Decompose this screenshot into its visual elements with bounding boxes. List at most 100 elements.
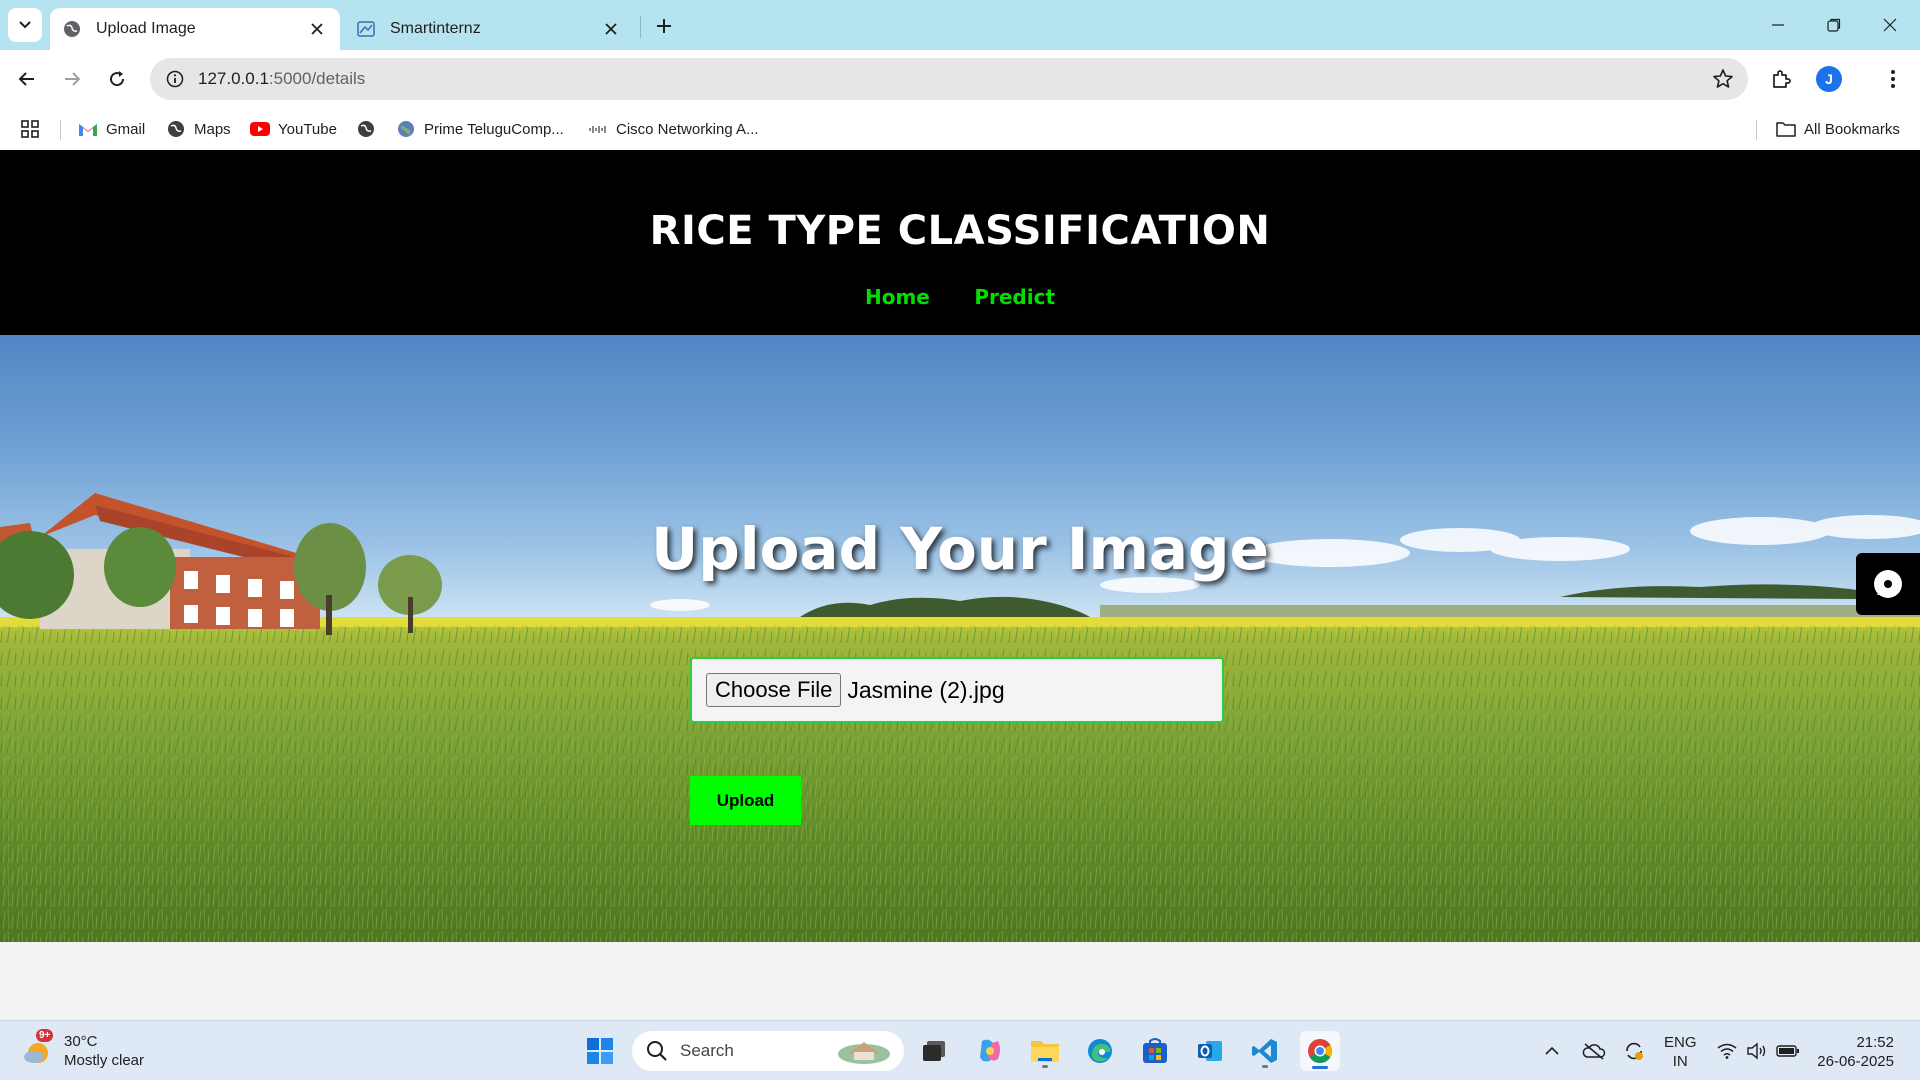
choose-file-button[interactable]: Choose File bbox=[706, 673, 842, 707]
bookmark-star-icon[interactable] bbox=[1712, 68, 1734, 90]
back-button[interactable] bbox=[10, 62, 44, 96]
close-icon[interactable] bbox=[600, 18, 622, 40]
bookmark-label: Maps bbox=[194, 120, 231, 138]
close-window-button[interactable] bbox=[1862, 0, 1918, 50]
vscode-button[interactable] bbox=[1245, 1031, 1285, 1071]
bookmark-label: Cisco Networking A... bbox=[616, 120, 759, 138]
tab-smartinternz[interactable]: Smartinternz bbox=[344, 8, 634, 50]
file-explorer-button[interactable] bbox=[1025, 1031, 1065, 1071]
wifi-tray-button[interactable] bbox=[1714, 1035, 1740, 1067]
outlook-icon bbox=[1198, 1041, 1222, 1061]
selected-file-name: Jasmine (2).jpg bbox=[847, 676, 1005, 703]
nav-home-link[interactable]: Home bbox=[865, 285, 930, 309]
help-widget-button[interactable] bbox=[1856, 553, 1920, 615]
weather-icon: 9+ bbox=[20, 1029, 56, 1069]
gmail-icon bbox=[78, 119, 98, 139]
bookmark-globe[interactable] bbox=[356, 117, 384, 141]
tab-search-button[interactable] bbox=[8, 8, 42, 42]
browser-toolbar: 127.0.0.1:5000/details J bbox=[0, 50, 1920, 108]
more-vertical-icon bbox=[1891, 70, 1895, 88]
nav-predict-link[interactable]: Predict bbox=[974, 285, 1055, 309]
store-icon bbox=[1143, 1038, 1167, 1063]
bookmark-gmail[interactable]: Gmail bbox=[78, 117, 145, 141]
site-nav: Home Predict bbox=[0, 285, 1920, 309]
minimize-button[interactable] bbox=[1750, 0, 1806, 50]
all-bookmarks-button[interactable]: All Bookmarks bbox=[1776, 117, 1900, 141]
close-icon[interactable] bbox=[306, 18, 328, 40]
bookmark-label: All Bookmarks bbox=[1804, 120, 1900, 138]
taskbar-search[interactable]: Search bbox=[632, 1031, 904, 1071]
copilot-icon bbox=[980, 1039, 1000, 1062]
show-hidden-icons-button[interactable] bbox=[1540, 1035, 1564, 1067]
search-placeholder: Search bbox=[680, 1041, 734, 1060]
forward-button[interactable] bbox=[55, 62, 89, 96]
bookmark-maps[interactable]: Maps bbox=[166, 117, 231, 141]
url-host: 127.0.0.1 bbox=[198, 69, 269, 88]
url-text: 127.0.0.1:5000/details bbox=[198, 69, 365, 89]
weather-condition: Mostly clear bbox=[64, 1052, 145, 1069]
globe-icon bbox=[166, 119, 186, 139]
file-input[interactable]: Choose File Jasmine (2).jpg bbox=[690, 657, 1224, 723]
search-icon bbox=[647, 1041, 667, 1061]
bookmark-prime-telugu[interactable]: Prime TeluguComp... bbox=[396, 117, 564, 141]
battery-tray-button[interactable] bbox=[1774, 1035, 1802, 1067]
extensions-button[interactable] bbox=[1764, 62, 1798, 96]
bookmarks-divider bbox=[60, 120, 61, 140]
chevron-up-icon bbox=[1545, 1046, 1559, 1055]
minimize-icon bbox=[1772, 24, 1784, 26]
tab-upload-image[interactable]: Upload Image bbox=[50, 8, 340, 50]
task-view-button[interactable] bbox=[914, 1031, 954, 1071]
notification-badge: 9+ bbox=[36, 1029, 54, 1042]
chat-help-icon bbox=[1874, 570, 1902, 598]
chrome-button[interactable] bbox=[1300, 1031, 1340, 1071]
reload-icon bbox=[110, 71, 125, 87]
outlook-button[interactable] bbox=[1190, 1031, 1230, 1071]
windows-logo-icon bbox=[587, 1038, 613, 1064]
youtube-icon bbox=[250, 119, 270, 139]
hero-section: Upload Your Image Choose File Jasmine (2… bbox=[0, 335, 1920, 942]
start-button[interactable] bbox=[580, 1031, 620, 1071]
search-highlight-icon bbox=[838, 1042, 890, 1064]
tab-title: Upload Image bbox=[96, 20, 196, 37]
globe-icon bbox=[62, 19, 82, 39]
speaker-icon bbox=[1747, 1042, 1766, 1060]
weather-widget[interactable]: 9+ 30°C Mostly clear bbox=[20, 1029, 144, 1073]
apps-button[interactable] bbox=[20, 117, 40, 141]
windows-taskbar: 9+ 30°C Mostly clear Search ENG IN 21:52… bbox=[0, 1020, 1920, 1080]
profile-button[interactable]: J bbox=[1812, 62, 1846, 96]
sync-tray-button[interactable] bbox=[1620, 1035, 1648, 1067]
world-icon bbox=[396, 119, 416, 139]
language-indicator[interactable]: ENG IN bbox=[1664, 1033, 1697, 1071]
chevron-down-icon bbox=[19, 21, 31, 29]
upload-heading: Upload Your Image bbox=[651, 515, 1269, 583]
bookmark-label: YouTube bbox=[278, 120, 337, 138]
edge-button[interactable] bbox=[1080, 1031, 1120, 1071]
vscode-icon bbox=[1252, 1039, 1277, 1063]
region-code: IN bbox=[1672, 1053, 1688, 1070]
restore-button[interactable] bbox=[1806, 0, 1862, 50]
language-code: ENG bbox=[1664, 1034, 1697, 1051]
site-info-icon[interactable] bbox=[164, 68, 186, 90]
new-tab-button[interactable] bbox=[650, 12, 678, 40]
system-clock[interactable]: 21:52 26-06-2025 bbox=[1816, 1033, 1894, 1071]
puzzle-icon bbox=[1773, 70, 1791, 88]
clock-date: 26-06-2025 bbox=[1817, 1053, 1894, 1070]
edge-icon bbox=[1088, 1039, 1112, 1063]
copilot-button[interactable] bbox=[970, 1031, 1010, 1071]
browser-tab-bar: Upload Image Smartinternz bbox=[0, 0, 1920, 50]
smartinternz-icon bbox=[356, 19, 376, 39]
folder-icon bbox=[1031, 1041, 1059, 1062]
bookmarks-divider bbox=[1756, 120, 1757, 140]
onedrive-tray-button[interactable] bbox=[1580, 1035, 1608, 1067]
bookmark-cisco[interactable]: Cisco Networking A... bbox=[588, 117, 759, 141]
upload-button[interactable]: Upload bbox=[690, 776, 801, 825]
menu-button[interactable] bbox=[1876, 62, 1910, 96]
bookmark-label: Gmail bbox=[106, 120, 146, 138]
address-bar[interactable]: 127.0.0.1:5000/details bbox=[150, 58, 1748, 100]
site-title: RICE TYPE CLASSIFICATION bbox=[649, 208, 1271, 254]
wifi-icon bbox=[1717, 1043, 1737, 1059]
reload-button[interactable] bbox=[100, 62, 134, 96]
store-button[interactable] bbox=[1135, 1031, 1175, 1071]
bookmark-youtube[interactable]: YouTube bbox=[250, 117, 337, 141]
volume-tray-button[interactable] bbox=[1744, 1035, 1770, 1067]
